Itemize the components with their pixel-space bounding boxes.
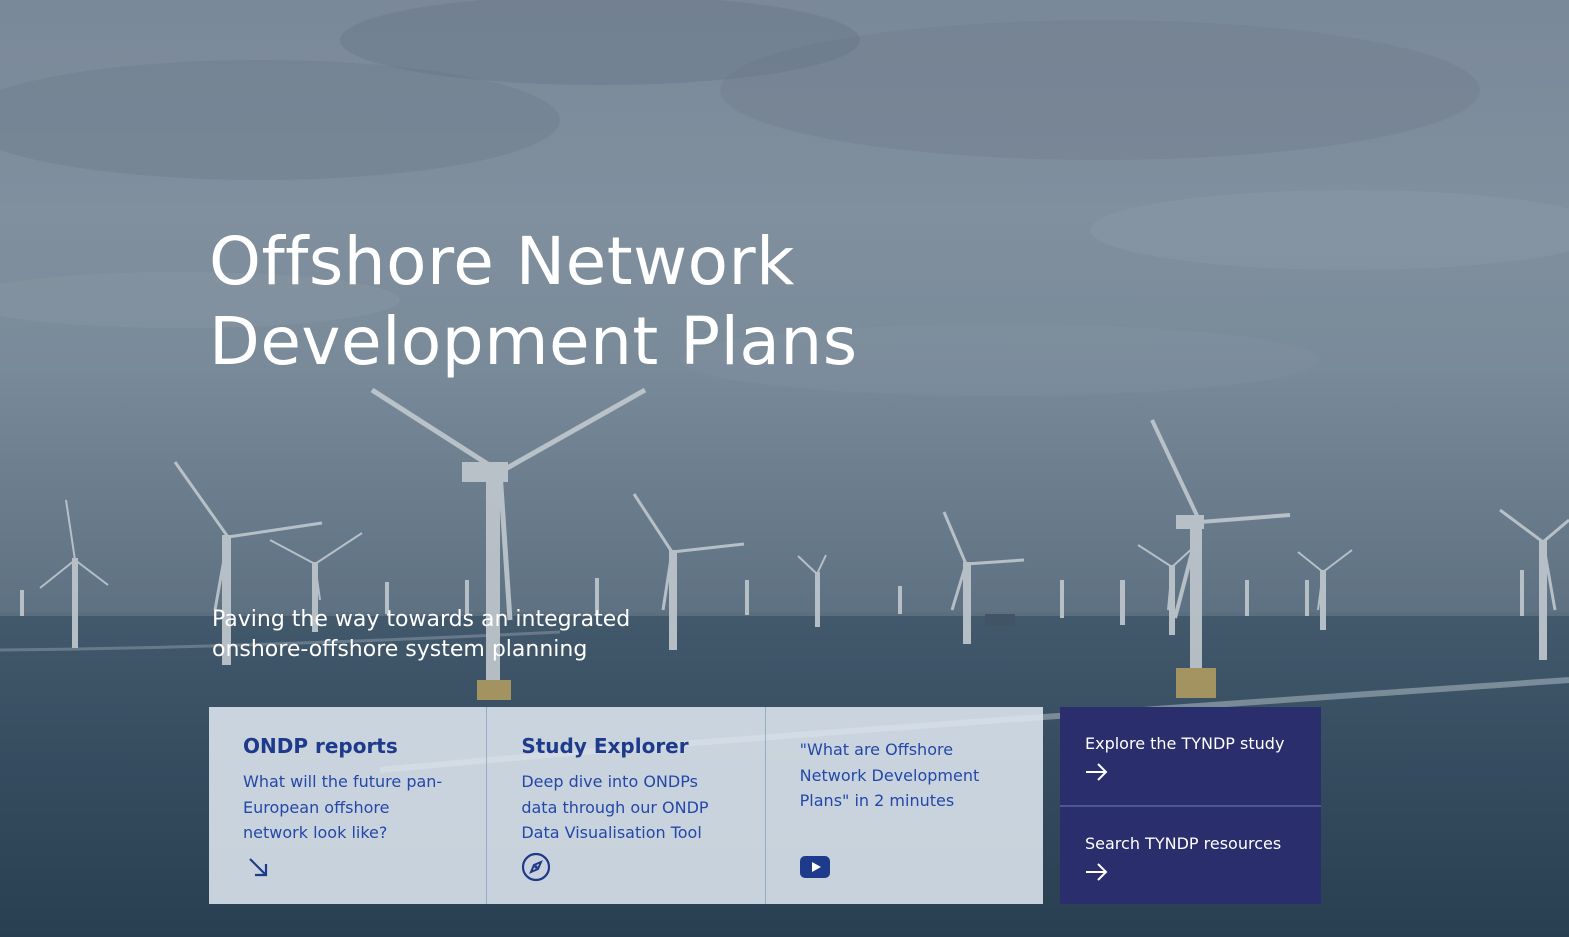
arrow-down-right-icon[interactable] xyxy=(243,852,273,882)
tyndp-actions: Explore the TYNDP study Search TYNDP res… xyxy=(1060,707,1321,904)
page-title-line-1: Offshore Network xyxy=(209,223,795,300)
card-description: What will the future pan-European offsho… xyxy=(243,772,443,842)
card-study-explorer[interactable]: Study Explorer Deep dive into ONDPs data… xyxy=(487,707,766,904)
youtube-play-icon[interactable] xyxy=(799,852,830,882)
explore-tyndp-study-link[interactable]: Explore the TYNDP study xyxy=(1060,707,1321,805)
page-title-line-2: Development Plans xyxy=(209,303,858,380)
card-title: Study Explorer xyxy=(521,734,689,758)
video-description: "What are Offshore Network Development P… xyxy=(799,740,980,810)
feature-card-group: ONDP reports What will the future pan-Eu… xyxy=(209,707,1043,904)
search-tyndp-resources-link[interactable]: Search TYNDP resources xyxy=(1060,804,1321,904)
hero-subtitle-line-2: onshore-offshore system planning xyxy=(212,637,588,662)
hero-subtitle: Paving the way towards an integrated ons… xyxy=(212,605,682,665)
arrow-right-icon xyxy=(1086,862,1108,881)
arrow-right-icon xyxy=(1086,763,1108,781)
card-title: ONDP reports xyxy=(243,734,398,758)
card-video[interactable]: "What are Offshore Network Development P… xyxy=(766,707,1043,904)
action-label: Search TYNDP resources xyxy=(1085,833,1282,853)
compass-icon[interactable] xyxy=(521,852,551,882)
action-label: Explore the TYNDP study xyxy=(1085,734,1285,753)
hero-subtitle-line-1: Paving the way towards an integrated xyxy=(212,607,631,632)
page-title: Offshore Network Development Plans xyxy=(209,222,969,382)
card-description: Deep dive into ONDPs data through our ON… xyxy=(521,772,709,842)
card-ondp-reports[interactable]: ONDP reports What will the future pan-Eu… xyxy=(209,707,488,904)
